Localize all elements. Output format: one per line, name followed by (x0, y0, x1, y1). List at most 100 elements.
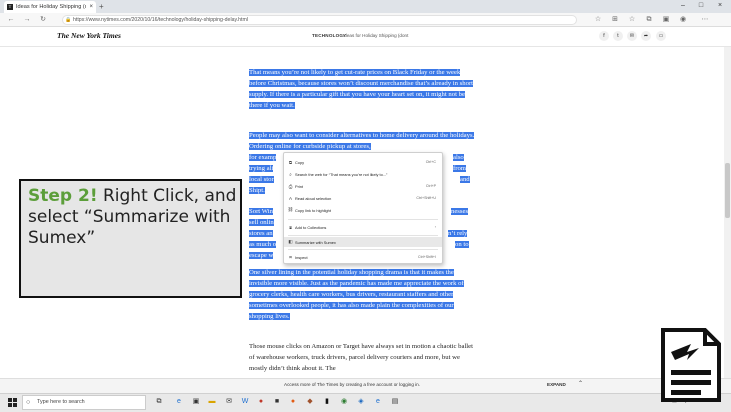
profile-icon[interactable]: ◉ (678, 14, 688, 26)
menu-item-read-aloud[interactable]: A Read aloud selection Ctrl+Shift+U (284, 193, 442, 203)
selected-text: local stor (249, 176, 274, 183)
close-window-button[interactable]: × (713, 1, 727, 11)
article-paragraph-1: That means you’re not likely to get cut-… (249, 68, 475, 112)
maximize-button[interactable]: □ (694, 1, 708, 11)
collections-icon[interactable]: ⧉ (644, 14, 654, 26)
menu-item-shortcut: Ctrl+Shift+I (418, 255, 436, 259)
menu-item-copy-link[interactable]: ⛓ Copy link to highlight (284, 205, 442, 215)
context-menu: ⧉ Copy Ctrl+C ⌕ Search the web for “That… (283, 152, 443, 264)
minimize-button[interactable]: – (676, 1, 690, 11)
copy-icon: ⧉ (288, 159, 293, 165)
article-line: also (453, 153, 483, 164)
link-icon: ⛓ (287, 207, 294, 212)
menu-divider (288, 249, 438, 250)
star-icon[interactable]: ☆ (593, 14, 603, 26)
nyt-favicon-icon: T (7, 4, 13, 10)
menu-item-label: Copy (295, 159, 305, 165)
refresh-icon[interactable]: ↻ (38, 14, 48, 26)
selected-text: Sort Win (249, 208, 273, 215)
edge-icon[interactable]: e (174, 396, 184, 408)
twitter-icon[interactable]: t (613, 31, 623, 41)
menu-divider (288, 235, 438, 236)
menu-item-label: Inspect (295, 254, 308, 260)
selected-text: That means you’re not likely to get cut-… (249, 69, 474, 109)
menu-item-print[interactable]: ⎙ Print Ctrl+P (284, 181, 442, 191)
menu-item-add-to-collections[interactable]: ⧈ Add to Collections › (284, 222, 442, 232)
tab-active[interactable]: T Ideas for Holiday Shipping (dont × (4, 1, 96, 13)
selected-text: People may also want to consider alterna… (249, 132, 475, 150)
start-button[interactable] (8, 398, 17, 407)
tab-strip (0, 0, 731, 13)
sumex-logo (661, 328, 721, 402)
selected-text: nesses (451, 208, 469, 215)
address-bar[interactable]: https://www.nytimes.com/2020/10/16/techn… (62, 15, 577, 25)
article-line: from (453, 164, 483, 175)
nyt-logo[interactable]: The New York Times (57, 31, 121, 41)
selected-text: n’t rely (448, 230, 468, 237)
close-tab-icon[interactable]: × (89, 4, 96, 10)
menu-item-label: Copy link to highlight (295, 207, 331, 213)
lock-icon[interactable]: 🔒 (65, 15, 71, 25)
submenu-chevron-icon: › (434, 225, 436, 229)
task-view-icon[interactable]: ⧉ (154, 396, 164, 408)
menu-item-copy[interactable]: ⧉ Copy Ctrl+C (284, 157, 442, 167)
sumex-extension-icon[interactable]: ▣ (661, 14, 671, 26)
doc-line (671, 380, 711, 385)
app-icon[interactable]: ● (256, 396, 266, 408)
chrome-icon[interactable]: ◉ (339, 396, 349, 408)
menu-item-label: Read aloud selection (295, 195, 332, 201)
selected-text: and (460, 176, 470, 183)
app-icon[interactable]: ■ (272, 396, 282, 408)
store-icon[interactable]: ▣ (191, 396, 201, 408)
facebook-icon[interactable]: f (599, 31, 609, 41)
doc-line (671, 390, 701, 395)
word-icon[interactable]: W (240, 396, 250, 408)
read-aloud-icon: A (288, 195, 292, 201)
section-label[interactable]: TECHNOLOGY (312, 33, 346, 39)
inspect-icon: ⌗ (289, 254, 292, 260)
doc-line (671, 370, 711, 375)
selected-text: Shipt. (249, 187, 265, 194)
selected-text: for examp (249, 154, 277, 161)
expand-button[interactable]: EXPAND (547, 382, 566, 388)
scrollbar-thumb[interactable] (725, 163, 730, 218)
search-icon: ⌕ (289, 171, 292, 177)
step-label: Step 2! (28, 186, 98, 206)
forward-icon[interactable]: → (22, 14, 32, 26)
firefox-icon[interactable]: ● (288, 396, 298, 408)
article-line: nesses (451, 207, 481, 218)
article-line: and (460, 175, 490, 186)
taskbar-search-input[interactable]: Type here to search (22, 395, 146, 410)
mail-icon[interactable]: ✉ (224, 396, 234, 408)
app-icon[interactable]: ◈ (356, 396, 366, 408)
chevron-up-icon[interactable]: ⌃ (578, 380, 583, 388)
menu-item-inspect[interactable]: ⌗ Inspect Ctrl+Shift+I (284, 252, 442, 262)
tab-title: Ideas for Holiday Shipping (dont (16, 4, 87, 10)
menu-item-summarize-with-sumex[interactable]: ◧ Summarize with Sumex (284, 237, 442, 247)
menu-item-label: Add to Collections (295, 224, 327, 230)
file-explorer-icon[interactable]: ▬ (207, 396, 217, 408)
more-icon[interactable]: ⋯ (700, 14, 710, 26)
search-icon: ○ (26, 399, 31, 406)
menu-item-label: Print (295, 183, 303, 189)
collections-icon: ⧈ (289, 224, 292, 230)
selected-text: on to (455, 241, 469, 248)
selected-text: trying ali (249, 165, 274, 172)
extensions-icon[interactable]: ⊞ (610, 14, 620, 26)
selected-text: from (453, 165, 466, 172)
app-icon[interactable]: ◆ (305, 396, 315, 408)
new-tab-button[interactable]: + (99, 2, 104, 11)
app-icon[interactable]: ▤ (390, 396, 400, 408)
favorites-icon[interactable]: ☆ (627, 14, 637, 26)
menu-item-search-web[interactable]: ⌕ Search the web for “That means you’re … (284, 169, 442, 179)
selected-text: escape w (249, 252, 274, 259)
menu-item-label: Search the web for “That means you’re no… (295, 171, 388, 177)
comments-icon[interactable]: ▭ (656, 31, 666, 41)
selected-text: also (453, 154, 464, 161)
edge-dev-icon[interactable]: e (373, 396, 383, 408)
document-shape (661, 328, 721, 402)
email-icon[interactable]: ✉ (627, 31, 637, 41)
share-icon[interactable]: ➦ (641, 31, 651, 41)
back-icon[interactable]: ← (6, 14, 16, 26)
terminal-icon[interactable]: ▮ (322, 396, 332, 408)
